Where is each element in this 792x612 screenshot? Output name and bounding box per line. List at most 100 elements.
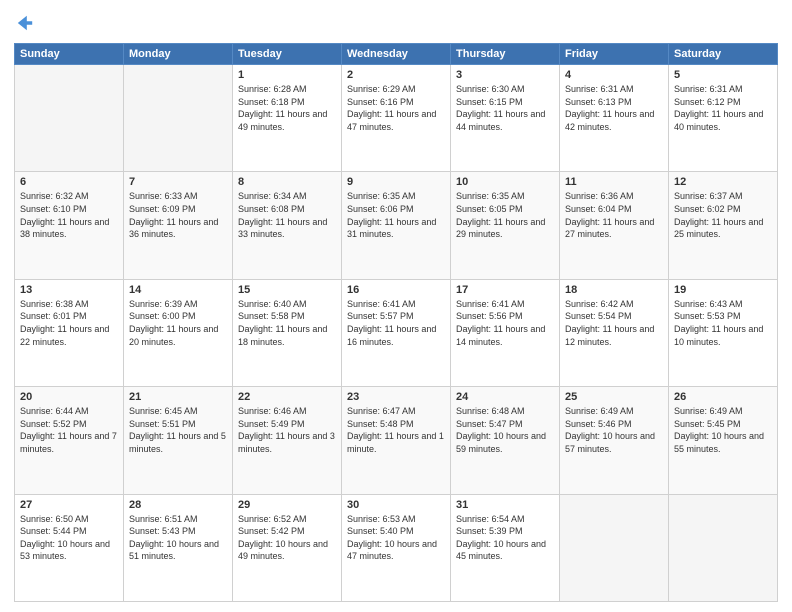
day-info: Sunrise: 6:30 AM Sunset: 6:15 PM Dayligh…	[456, 83, 554, 133]
week-row-3: 20Sunrise: 6:44 AM Sunset: 5:52 PM Dayli…	[15, 387, 778, 494]
calendar-cell: 4 Sunrise: 6:31 AM Sunset: 6:13 PM Daylig…	[560, 65, 669, 172]
day-number: 17	[456, 284, 554, 296]
week-row-4: 27Sunrise: 6:50 AM Sunset: 5:44 PM Dayli…	[15, 494, 778, 601]
day-number: 2	[347, 69, 445, 81]
calendar-cell: 25Sunrise: 6:49 AM Sunset: 5:46 PM Dayli…	[560, 387, 669, 494]
day-number: 16	[347, 284, 445, 296]
day-number: 29	[238, 499, 336, 511]
calendar-cell: 29 Sunrise: 6:52 AM Sunset: 5:42 PM Dayli…	[233, 494, 342, 601]
calendar-cell: 18Sunrise: 6:42 AM Sunset: 5:54 PM Dayli…	[560, 279, 669, 386]
calendar-cell: 2 Sunrise: 6:29 AM Sunset: 6:16 PM Daylig…	[342, 65, 451, 172]
day-info: Sunrise: 6:44 AM Sunset: 5:52 PM Dayligh…	[20, 405, 118, 455]
calendar-cell: 15 Sunrise: 6:40 AM Sunset: 5:58 PM Dayli…	[233, 279, 342, 386]
day-number: 12	[674, 176, 772, 188]
calendar-cell: 23 Sunrise: 6:47 AM Sunset: 5:48 PM Dayli…	[342, 387, 451, 494]
weekday-header-sunday: Sunday	[15, 44, 124, 65]
day-number: 10	[456, 176, 554, 188]
calendar-cell: 9 Sunrise: 6:35 AM Sunset: 6:06 PM Daylig…	[342, 172, 451, 279]
day-number: 9	[347, 176, 445, 188]
day-number: 5	[674, 69, 772, 81]
day-info: Sunrise: 6:43 AM Sunset: 5:53 PM Dayligh…	[674, 298, 772, 348]
day-number: 25	[565, 391, 663, 403]
day-number: 21	[129, 391, 227, 403]
day-info: Sunrise: 6:40 AM Sunset: 5:58 PM Dayligh…	[238, 298, 336, 348]
day-number: 15	[238, 284, 336, 296]
day-info: Sunrise: 6:41 AM Sunset: 5:57 PM Dayligh…	[347, 298, 445, 348]
calendar-cell: 8Sunrise: 6:34 AM Sunset: 6:08 PM Daylig…	[233, 172, 342, 279]
day-info: Sunrise: 6:34 AM Sunset: 6:08 PM Dayligh…	[238, 190, 336, 240]
calendar-cell: 10 Sunrise: 6:35 AM Sunset: 6:05 PM Dayli…	[451, 172, 560, 279]
logo-general	[14, 14, 34, 37]
day-number: 30	[347, 499, 445, 511]
day-number: 28	[129, 499, 227, 511]
day-info: Sunrise: 6:29 AM Sunset: 6:16 PM Dayligh…	[347, 83, 445, 133]
day-info: Sunrise: 6:36 AM Sunset: 6:04 PM Dayligh…	[565, 190, 663, 240]
day-info: Sunrise: 6:48 AM Sunset: 5:47 PM Dayligh…	[456, 405, 554, 455]
calendar-cell: 24 Sunrise: 6:48 AM Sunset: 5:47 PM Dayli…	[451, 387, 560, 494]
weekday-header-row: SundayMondayTuesdayWednesdayThursdayFrid…	[15, 44, 778, 65]
day-number: 3	[456, 69, 554, 81]
day-number: 11	[565, 176, 663, 188]
day-info: Sunrise: 6:41 AM Sunset: 5:56 PM Dayligh…	[456, 298, 554, 348]
day-info: Sunrise: 6:47 AM Sunset: 5:48 PM Dayligh…	[347, 405, 445, 455]
weekday-header-wednesday: Wednesday	[342, 44, 451, 65]
calendar-cell: 20Sunrise: 6:44 AM Sunset: 5:52 PM Dayli…	[15, 387, 124, 494]
weekday-header-saturday: Saturday	[669, 44, 778, 65]
calendar-cell: 11 Sunrise: 6:36 AM Sunset: 6:04 PM Dayli…	[560, 172, 669, 279]
day-info: Sunrise: 6:37 AM Sunset: 6:02 PM Dayligh…	[674, 190, 772, 240]
day-info: Sunrise: 6:51 AM Sunset: 5:43 PM Dayligh…	[129, 513, 227, 563]
day-number: 31	[456, 499, 554, 511]
day-number: 23	[347, 391, 445, 403]
day-number: 18	[565, 284, 663, 296]
weekday-header-tuesday: Tuesday	[233, 44, 342, 65]
day-info: Sunrise: 6:35 AM Sunset: 6:05 PM Dayligh…	[456, 190, 554, 240]
calendar-cell	[15, 65, 124, 172]
header	[14, 10, 778, 37]
day-info: Sunrise: 6:39 AM Sunset: 6:00 PM Dayligh…	[129, 298, 227, 348]
day-number: 4	[565, 69, 663, 81]
day-number: 13	[20, 284, 118, 296]
calendar-cell: 5 Sunrise: 6:31 AM Sunset: 6:12 PM Daylig…	[669, 65, 778, 172]
week-row-1: 6Sunrise: 6:32 AM Sunset: 6:10 PM Daylig…	[15, 172, 778, 279]
day-info: Sunrise: 6:33 AM Sunset: 6:09 PM Dayligh…	[129, 190, 227, 240]
day-number: 22	[238, 391, 336, 403]
day-info: Sunrise: 6:32 AM Sunset: 6:10 PM Dayligh…	[20, 190, 118, 240]
day-number: 7	[129, 176, 227, 188]
day-info: Sunrise: 6:45 AM Sunset: 5:51 PM Dayligh…	[129, 405, 227, 455]
day-info: Sunrise: 6:35 AM Sunset: 6:06 PM Dayligh…	[347, 190, 445, 240]
calendar-table: SundayMondayTuesdayWednesdayThursdayFrid…	[14, 43, 778, 602]
day-info: Sunrise: 6:46 AM Sunset: 5:49 PM Dayligh…	[238, 405, 336, 455]
calendar-cell: 21 Sunrise: 6:45 AM Sunset: 5:51 PM Dayli…	[124, 387, 233, 494]
weekday-header-monday: Monday	[124, 44, 233, 65]
calendar-cell: 26 Sunrise: 6:49 AM Sunset: 5:45 PM Dayli…	[669, 387, 778, 494]
day-info: Sunrise: 6:52 AM Sunset: 5:42 PM Dayligh…	[238, 513, 336, 563]
logo	[14, 14, 34, 37]
calendar-cell	[560, 494, 669, 601]
day-number: 1	[238, 69, 336, 81]
calendar-cell: 13 Sunrise: 6:38 AM Sunset: 6:01 PM Dayli…	[15, 279, 124, 386]
logo-text-block	[14, 14, 34, 37]
calendar-cell: 1Sunrise: 6:28 AM Sunset: 6:18 PM Daylig…	[233, 65, 342, 172]
day-number: 24	[456, 391, 554, 403]
calendar-cell: 31 Sunrise: 6:54 AM Sunset: 5:39 PM Dayli…	[451, 494, 560, 601]
calendar-cell	[669, 494, 778, 601]
calendar-cell: 22 Sunrise: 6:46 AM Sunset: 5:49 PM Dayli…	[233, 387, 342, 494]
day-info: Sunrise: 6:49 AM Sunset: 5:45 PM Dayligh…	[674, 405, 772, 455]
weekday-header-thursday: Thursday	[451, 44, 560, 65]
day-info: Sunrise: 6:54 AM Sunset: 5:39 PM Dayligh…	[456, 513, 554, 563]
day-number: 26	[674, 391, 772, 403]
day-info: Sunrise: 6:31 AM Sunset: 6:12 PM Dayligh…	[674, 83, 772, 133]
day-number: 19	[674, 284, 772, 296]
calendar-cell: 7 Sunrise: 6:33 AM Sunset: 6:09 PM Daylig…	[124, 172, 233, 279]
calendar-cell: 14Sunrise: 6:39 AM Sunset: 6:00 PM Dayli…	[124, 279, 233, 386]
calendar-cell: 12 Sunrise: 6:37 AM Sunset: 6:02 PM Dayli…	[669, 172, 778, 279]
day-info: Sunrise: 6:31 AM Sunset: 6:13 PM Dayligh…	[565, 83, 663, 133]
calendar-cell: 19 Sunrise: 6:43 AM Sunset: 5:53 PM Dayli…	[669, 279, 778, 386]
day-info: Sunrise: 6:38 AM Sunset: 6:01 PM Dayligh…	[20, 298, 118, 348]
calendar-cell: 6Sunrise: 6:32 AM Sunset: 6:10 PM Daylig…	[15, 172, 124, 279]
logo-arrow-icon	[16, 14, 34, 32]
page: SundayMondayTuesdayWednesdayThursdayFrid…	[0, 0, 792, 612]
calendar-cell	[124, 65, 233, 172]
week-row-0: 1Sunrise: 6:28 AM Sunset: 6:18 PM Daylig…	[15, 65, 778, 172]
calendar-cell: 27Sunrise: 6:50 AM Sunset: 5:44 PM Dayli…	[15, 494, 124, 601]
